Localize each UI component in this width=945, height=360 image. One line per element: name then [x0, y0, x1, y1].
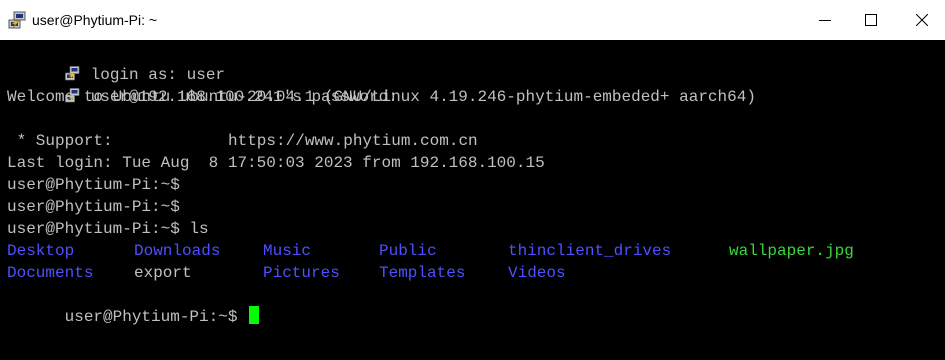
password-line: user@192.168.100.241's password: — [7, 64, 398, 106]
support-line: * Support: https://www.phytium.com.cn — [7, 130, 945, 152]
close-button[interactable] — [899, 0, 945, 40]
minimize-icon — [819, 20, 831, 21]
ls-entry-public: Public — [379, 242, 437, 260]
ls-output-row: Desktop Downloads Music Public thinclien… — [7, 240, 937, 262]
ls-entry-downloads: Downloads — [134, 242, 221, 260]
prompt-line: user@Phytium-Pi:~$ — [7, 176, 180, 194]
ls-entry-wallpaper: wallpaper.jpg — [729, 242, 854, 260]
login-line: login as: user — [7, 42, 225, 84]
ls-entry-videos: Videos — [508, 264, 566, 282]
ls-entry-templates: Templates — [379, 264, 466, 282]
prompt-line: user@Phytium-Pi:~$ — [7, 198, 180, 216]
ls-entry-export: export — [134, 264, 192, 282]
ls-entry-music: Music — [263, 242, 312, 260]
text-cursor — [249, 306, 260, 324]
support-label: * Support: — [7, 132, 113, 150]
close-icon — [916, 14, 928, 26]
ls-entry-documents: Documents — [7, 264, 94, 282]
welcome-line: Welcome to Ubuntu ubuntu-20.04.1 (GNU/Li… — [7, 88, 756, 106]
title-bar[interactable]: user@Phytium-Pi: ~ — [0, 0, 945, 40]
window-title: user@Phytium-Pi: ~ — [32, 12, 158, 28]
ls-entry-pictures: Pictures — [263, 264, 340, 282]
maximize-icon — [865, 14, 877, 26]
support-url: https://www.phytium.com.cn — [228, 132, 478, 150]
current-prompt-line: user@Phytium-Pi:~$ — [7, 284, 260, 326]
ls-entry-desktop: Desktop — [7, 242, 75, 260]
ls-entry-thinclient-drives: thinclient_drives — [508, 242, 672, 260]
terminal-screen[interactable]: login as: user user@192.168.100.241's pa… — [0, 40, 945, 360]
putty-icon[interactable] — [8, 11, 26, 29]
minimize-button[interactable] — [802, 0, 848, 40]
maximize-button[interactable] — [848, 0, 894, 40]
last-login-line: Last login: Tue Aug 8 17:50:03 2023 from… — [7, 154, 545, 172]
current-prompt: user@Phytium-Pi:~$ — [64, 308, 248, 326]
ls-command-line: user@Phytium-Pi:~$ ls — [7, 220, 209, 238]
ls-output-row: Documents export Pictures Templates Vide… — [7, 262, 937, 284]
terminal-window: user@Phytium-Pi: ~ login as: user user@1… — [0, 0, 945, 360]
